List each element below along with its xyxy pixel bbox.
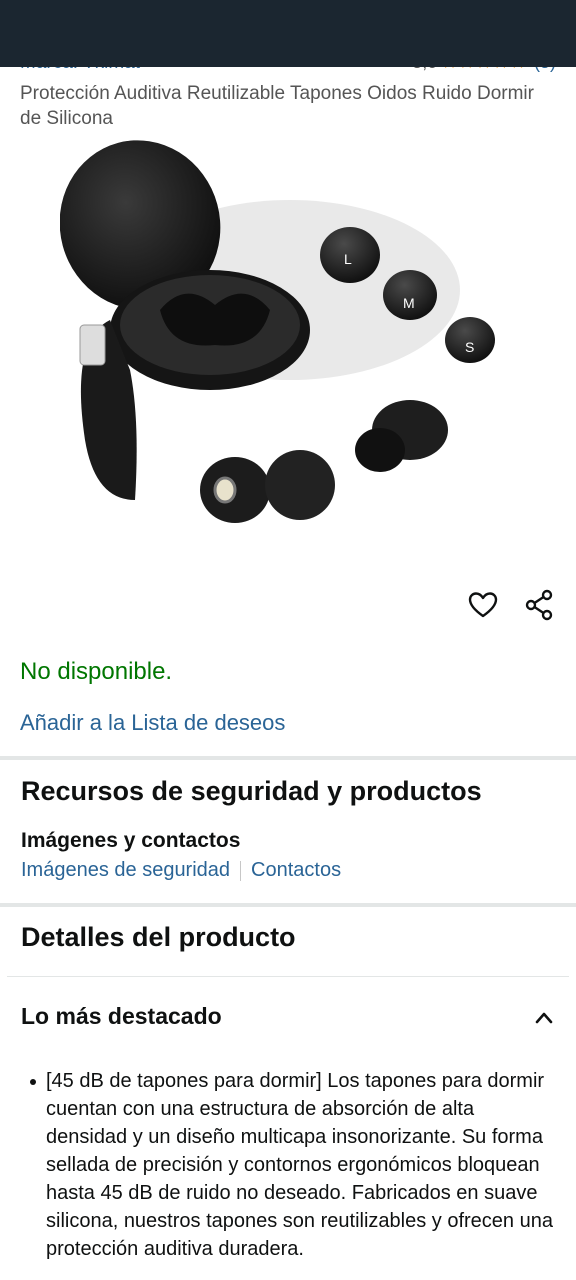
highlights-toggle[interactable]: Lo más destacado	[21, 1003, 561, 1035]
highlight-text: [45 dB de tapones para dormir] Los tapon…	[46, 1070, 553, 1260]
details-divider	[7, 976, 569, 977]
product-image[interactable]: L M S	[60, 130, 530, 550]
tip-label-m: M	[403, 295, 415, 311]
safety-links: Imágenes de seguridad Contactos	[21, 859, 341, 882]
highlights-list: [45 dB de tapones para dormir] Los tapon…	[20, 1067, 560, 1263]
list-item: [45 dB de tapones para dormir] Los tapon…	[20, 1067, 560, 1263]
product-details-heading: Detalles del producto	[21, 922, 296, 952]
safety-heading: Recursos de seguridad y productos	[21, 776, 482, 806]
availability-status: No disponible.	[20, 658, 173, 685]
tip-label-s: S	[465, 339, 474, 355]
bullet-dot	[30, 1079, 36, 1085]
highlights-title: Lo más destacado	[21, 1003, 222, 1029]
share-icon[interactable]	[524, 589, 556, 621]
section-divider	[0, 756, 576, 760]
contacts-link[interactable]: Contactos	[251, 859, 341, 882]
status-bar	[0, 0, 576, 67]
tip-label-l: L	[344, 251, 352, 267]
product-title: Protección Auditiva Reutilizable Tapones…	[20, 83, 534, 129]
section-divider	[0, 903, 576, 907]
safety-images-link[interactable]: Imágenes de seguridad	[21, 859, 230, 882]
add-to-wishlist-link[interactable]: Añadir a la Lista de deseos	[20, 710, 285, 736]
safety-subheading: Imágenes y contactos	[21, 829, 241, 852]
chevron-up-icon[interactable]	[533, 1007, 555, 1029]
link-separator	[240, 860, 242, 881]
heart-icon[interactable]	[467, 589, 499, 621]
